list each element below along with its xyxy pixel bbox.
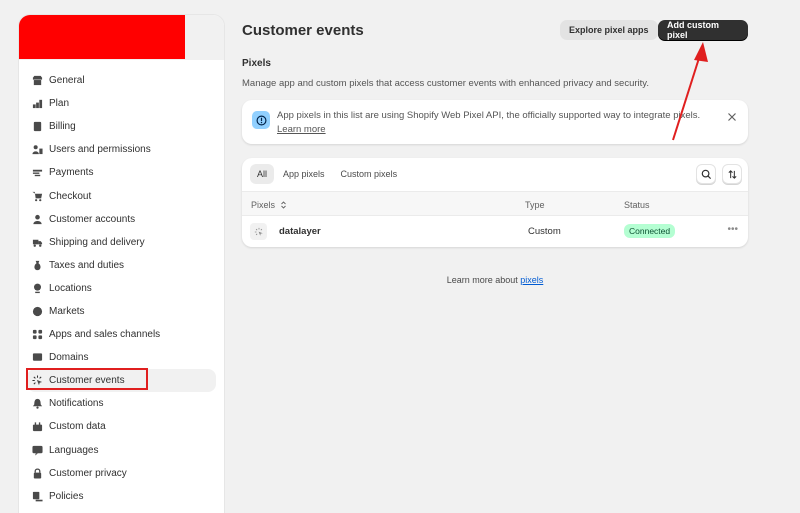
filter-tabs: All App pixels Custom pixels <box>250 164 404 184</box>
column-header-type: Type <box>525 200 545 210</box>
sidebar-item-domains[interactable]: Domains <box>19 346 216 369</box>
sort-toggle-icon <box>280 201 286 209</box>
column-pixels-label: Pixels <box>251 200 276 210</box>
banner-learn-more-link[interactable]: Learn more <box>277 124 326 135</box>
search-button[interactable] <box>696 164 716 184</box>
sidebar-item-label: Apps and sales channels <box>49 329 161 341</box>
sidebar-item-label: Languages <box>49 444 99 456</box>
sidebar-item-label: Plan <box>49 98 70 110</box>
plan-icon <box>31 98 43 110</box>
sidebar-item-label: Customer accounts <box>49 213 136 225</box>
sidebar-item-label: Policies <box>49 490 84 502</box>
sidebar-item-checkout[interactable]: Checkout <box>19 184 216 207</box>
pixel-type: Custom <box>528 226 561 237</box>
banner-text: App pixels in this list are using Shopif… <box>277 109 717 137</box>
sidebar-item-label: General <box>49 75 85 87</box>
sidebar-item-label: Taxes and duties <box>49 259 125 271</box>
sidebar-item-label: Shipping and delivery <box>49 236 145 248</box>
tax-icon <box>31 259 43 271</box>
sidebar-item-apps-and-sales-channels[interactable]: Apps and sales channels <box>19 323 216 346</box>
redacted-store-logo <box>19 15 185 59</box>
section-title: Pixels <box>242 58 271 69</box>
sidebar-item-general[interactable]: General <box>19 69 216 92</box>
pixels-table-card: All App pixels Custom pixels Pixels Type… <box>242 158 748 247</box>
search-icon <box>701 169 711 179</box>
sidebar-item-label: Notifications <box>49 398 104 410</box>
arrow-head <box>694 42 708 62</box>
sidebar-item-taxes-and-duties[interactable]: Taxes and duties <box>19 254 216 277</box>
sidebar-item-label: Custom data <box>49 421 106 433</box>
table-header: Pixels Type Status <box>242 191 748 216</box>
sidebar-item-notifications[interactable]: Notifications <box>19 392 216 415</box>
sidebar-item-billing[interactable]: Billing <box>19 115 216 138</box>
status-badge: Connected <box>624 224 676 238</box>
store-icon <box>31 75 43 87</box>
info-banner: App pixels in this list are using Shopif… <box>242 100 748 144</box>
banner-message: App pixels in this list are using Shopif… <box>277 110 701 121</box>
sidebar-item-label: Customer events <box>49 375 125 387</box>
cart-icon <box>31 190 43 202</box>
sidebar-header <box>19 15 224 60</box>
language-icon <box>31 444 43 456</box>
sidebar-item-customer-accounts[interactable]: Customer accounts <box>19 208 216 231</box>
sidebar-item-plan[interactable]: Plan <box>19 92 216 115</box>
tab-app-pixels[interactable]: App pixels <box>276 164 332 184</box>
person-icon <box>31 213 43 225</box>
sidebar-item-markets[interactable]: Markets <box>19 300 216 323</box>
sidebar-item-policies[interactable]: Policies <box>19 485 216 508</box>
globe-icon <box>31 305 43 317</box>
close-icon[interactable] <box>726 110 738 122</box>
lock-icon <box>31 467 43 479</box>
sidebar-item-customer-events[interactable]: Customer events <box>27 369 216 393</box>
users-icon <box>31 144 43 156</box>
sidebar-item-label: Markets <box>49 305 85 317</box>
column-header-status: Status <box>624 200 650 210</box>
sidebar-item-languages[interactable]: Languages <box>19 439 216 462</box>
add-custom-pixel-button[interactable]: Add custom pixel <box>658 20 748 40</box>
truck-icon <box>31 236 43 248</box>
sidebar-item-shipping-and-delivery[interactable]: Shipping and delivery <box>19 231 216 254</box>
payments-icon <box>31 167 43 179</box>
section-description: Manage app and custom pixels that access… <box>242 78 649 89</box>
pixel-name[interactable]: datalayer <box>279 226 321 237</box>
sidebar-item-users-and-permissions[interactable]: Users and permissions <box>19 138 216 161</box>
sidebar-item-label: Payments <box>49 167 94 179</box>
settings-sidebar: General Plan Billing Users and permissions P… <box>18 14 225 513</box>
tab-all[interactable]: All <box>250 164 275 184</box>
cursor-click-icon <box>31 375 43 387</box>
sidebar-item-label: Billing <box>49 121 76 133</box>
page-title: Customer events <box>242 22 364 39</box>
sidebar-item-label: Users and permissions <box>49 144 151 156</box>
sidebar-item-custom-data[interactable]: Custom data <box>19 415 216 438</box>
sidebar-item-customer-privacy[interactable]: Customer privacy <box>19 462 216 485</box>
custom-data-icon <box>31 421 43 433</box>
sort-button[interactable] <box>722 164 742 184</box>
explore-pixel-apps-button[interactable]: Explore pixel apps <box>560 20 658 40</box>
apps-icon <box>31 329 43 341</box>
sort-icon <box>727 169 737 179</box>
pixels-help-link[interactable]: pixels <box>520 275 543 285</box>
sidebar-item-label: Checkout <box>49 190 92 202</box>
domains-icon <box>31 352 43 364</box>
billing-icon <box>31 121 43 133</box>
location-icon <box>31 282 43 294</box>
sidebar-item-payments[interactable]: Payments <box>19 161 216 184</box>
footer-help: Learn more about pixels <box>242 275 748 285</box>
sidebar-item-locations[interactable]: Locations <box>19 277 216 300</box>
cursor-click-icon <box>254 227 263 236</box>
info-icon <box>252 111 270 129</box>
bell-icon <box>31 398 43 410</box>
more-actions-icon[interactable]: ••• <box>727 224 738 235</box>
policies-icon <box>31 490 43 502</box>
tab-custom-pixels[interactable]: Custom pixels <box>334 164 405 184</box>
settings-nav: General Plan Billing Users and permissions P… <box>19 60 224 508</box>
footer-text: Learn more about <box>446 275 518 285</box>
table-row[interactable]: datalayer Custom Connected ••• <box>242 216 748 247</box>
sidebar-item-label: Locations <box>49 282 92 294</box>
sidebar-item-label: Domains <box>49 352 89 364</box>
column-header-pixels[interactable]: Pixels <box>251 200 287 210</box>
pixel-thumbnail <box>250 223 267 240</box>
sidebar-item-label: Customer privacy <box>49 467 127 479</box>
